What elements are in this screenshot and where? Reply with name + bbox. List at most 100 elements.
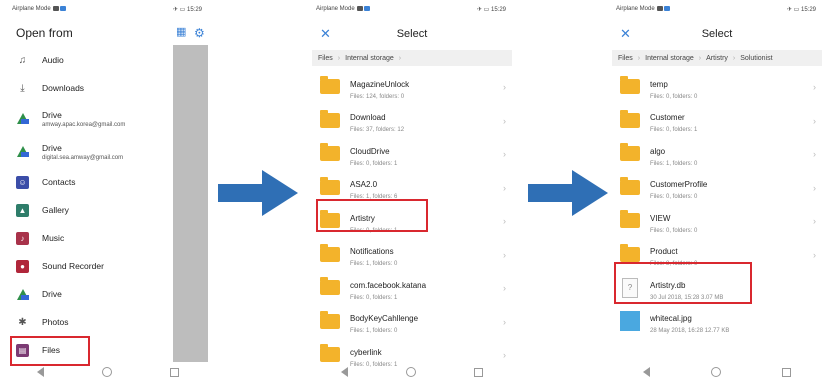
folder-meta: Files: 0, folders: 1: [650, 127, 698, 134]
list-item[interactable]: BodyKeyCahllenge Files: 1, folders: 0 ›: [312, 305, 512, 339]
back-icon[interactable]: [642, 367, 650, 377]
chevron-right-icon: ›: [813, 149, 816, 159]
home-icon[interactable]: [102, 367, 112, 377]
menu-item-account: amway.apac.korea@gmail.com: [42, 121, 126, 128]
status-left: Airplane Mode: [316, 6, 355, 12]
folder-icon: [320, 176, 340, 195]
menu-item-downloads[interactable]: ⤓ Downloads: [8, 74, 173, 102]
file-name: whitecal.jpg: [650, 314, 692, 324]
folder-meta: Files: 0, folders: 1: [350, 294, 398, 301]
list-item[interactable]: MagazineUnlock Files: 124, folders: 0 ›: [312, 70, 512, 104]
recorder-icon: ●: [16, 259, 29, 273]
menu-item-label: Sound Recorder: [42, 261, 104, 271]
list-item[interactable]: com.facebook.katana Files: 0, folders: 1 ›: [312, 271, 512, 305]
status-time: 15:29: [800, 7, 816, 13]
list-item[interactable]: VIEW Files: 0, folders: 0 ›: [612, 204, 822, 238]
chevron-right-icon: ›: [503, 350, 506, 360]
folder-meta: Files: 1, folders: 6: [350, 194, 398, 201]
folder-icon: [320, 76, 340, 95]
airplane-icon: ✈: [476, 7, 482, 13]
chevron-right-icon: ›: [337, 54, 341, 62]
list-item[interactable]: Customer Files: 0, folders: 1 ›: [612, 104, 822, 138]
folder-name: temp: [650, 79, 668, 89]
home-icon[interactable]: [710, 367, 721, 377]
chevron-right-icon: ›: [813, 115, 816, 126]
folder-meta: Files: 1, folders: 0: [350, 261, 398, 268]
home-icon[interactable]: [406, 367, 416, 377]
status-bar: Airplane Mode ✈ ▭ 15:29: [616, 4, 816, 16]
breadcrumb: Files › Internal storage › Artistry › So…: [612, 50, 822, 66]
menu-item-audio[interactable]: ♫ Audio: [8, 46, 173, 74]
menu-item-music[interactable]: ♪ Music: [8, 224, 173, 252]
phone-select-internal: Airplane Mode ✈ ▭ 15:29 ✕ Select Files ›…: [312, 0, 512, 382]
audio-icon: ♫: [18, 54, 27, 66]
sim-icon: [657, 6, 664, 11]
menu-item-label: Files: [42, 345, 60, 355]
list-item[interactable]: CustomerProfile Files: 0, folders: 0 ›: [612, 171, 822, 205]
chevron-right-icon: ›: [813, 249, 816, 260]
folder-meta: Files: 1, folders: 0: [350, 328, 398, 335]
menu-item-label: Gallery: [42, 205, 69, 215]
back-icon[interactable]: [37, 367, 44, 377]
nav-bar: [312, 362, 512, 382]
menu-item-drive-korea[interactable]: Drive amway.apac.korea@gmail.com: [8, 102, 173, 135]
file-meta: 30 Jul 2018, 15:28 3.07 MB: [650, 294, 724, 301]
breadcrumb-item[interactable]: Files: [618, 55, 633, 62]
back-icon[interactable]: [341, 367, 348, 377]
page-title: Open from: [16, 26, 73, 40]
list-item-artistry[interactable]: Artistry Files: 0, folders: 1 ›: [312, 204, 512, 238]
folder-icon: [320, 109, 340, 128]
menu-item-label: Audio: [42, 55, 64, 65]
list-item[interactable]: Product Files: 8, folders: 0 ›: [612, 238, 822, 272]
recents-icon[interactable]: [474, 367, 483, 377]
file-name: Artistry.db: [650, 280, 686, 290]
list-item[interactable]: Download Files: 37, folders: 12 ›: [312, 104, 512, 138]
battery-icon: ▭: [793, 7, 800, 13]
folder-icon: [620, 76, 640, 95]
arrow-right-icon: [528, 170, 608, 216]
menu-item-files[interactable]: ▤ Files: [8, 336, 173, 364]
menu-item-photos[interactable]: ✱ Photos: [8, 308, 173, 336]
list-item[interactable]: ASA2.0 Files: 1, folders: 6 ›: [312, 171, 512, 205]
folder-name: Customer: [650, 113, 685, 123]
menu-item-contacts[interactable]: ☺ Contacts: [8, 168, 173, 196]
recents-icon[interactable]: [782, 367, 792, 377]
list-item[interactable]: Notifications Files: 1, folders: 0 ›: [312, 238, 512, 272]
image-file-icon: [620, 311, 640, 332]
folder-meta: Files: 0, folders: 0: [650, 194, 698, 201]
list-item[interactable]: temp Files: 0, folders: 0 ›: [612, 70, 822, 104]
chevron-right-icon: ›: [503, 149, 506, 159]
source-menu: ♫ Audio ⤓ Downloads Drive amway.apac.kore…: [8, 46, 173, 364]
menu-item-drive[interactable]: Drive: [8, 280, 173, 308]
menu-item-label: Drive: [42, 289, 62, 299]
drive-icon: [16, 113, 29, 124]
menu-item-label: Drive: [42, 142, 62, 153]
breadcrumb-item[interactable]: Internal storage: [645, 55, 694, 62]
folder-name: BodyKeyCahllenge: [350, 314, 419, 324]
folder-name: VIEW: [650, 213, 671, 223]
list-item-artistry-db[interactable]: ? Artistry.db 30 Jul 2018, 15:28 3.07 MB: [612, 271, 822, 305]
breadcrumb-item[interactable]: Internal storage: [345, 55, 394, 62]
folder-icon: [620, 176, 640, 195]
grid-view-icon[interactable]: ▦: [176, 27, 187, 38]
folder-name: CloudDrive: [350, 146, 390, 156]
folder-icon: [620, 210, 640, 229]
chevron-right-icon: ›: [503, 316, 506, 327]
breadcrumb-item[interactable]: Artistry: [706, 55, 728, 62]
breadcrumb-item[interactable]: Files: [318, 55, 333, 62]
folder-icon: [620, 109, 640, 128]
unknown-file-icon: ?: [622, 277, 638, 298]
gear-icon[interactable]: ⚙: [194, 27, 206, 39]
recents-icon[interactable]: [170, 367, 179, 377]
list-item[interactable]: algo Files: 1, folders: 0 ›: [612, 137, 822, 171]
arrow-right-icon: [218, 170, 298, 216]
file-meta: 28 May 2018, 16:28 12.77 KB: [650, 328, 730, 335]
menu-item-gallery[interactable]: ▲ Gallery: [8, 196, 173, 224]
folder-icon: [320, 344, 340, 363]
menu-item-sound-recorder[interactable]: ● Sound Recorder: [8, 252, 173, 280]
list-item[interactable]: CloudDrive Files: 0, folders: 1 ›: [312, 137, 512, 171]
folder-meta: Files: 124, folders: 0: [350, 93, 405, 100]
list-item[interactable]: whitecal.jpg 28 May 2018, 16:28 12.77 KB: [612, 305, 822, 339]
breadcrumb-item[interactable]: Solutionist: [740, 55, 772, 62]
menu-item-drive-sea[interactable]: Drive digital.sea.amway@gmail.com: [8, 135, 173, 168]
